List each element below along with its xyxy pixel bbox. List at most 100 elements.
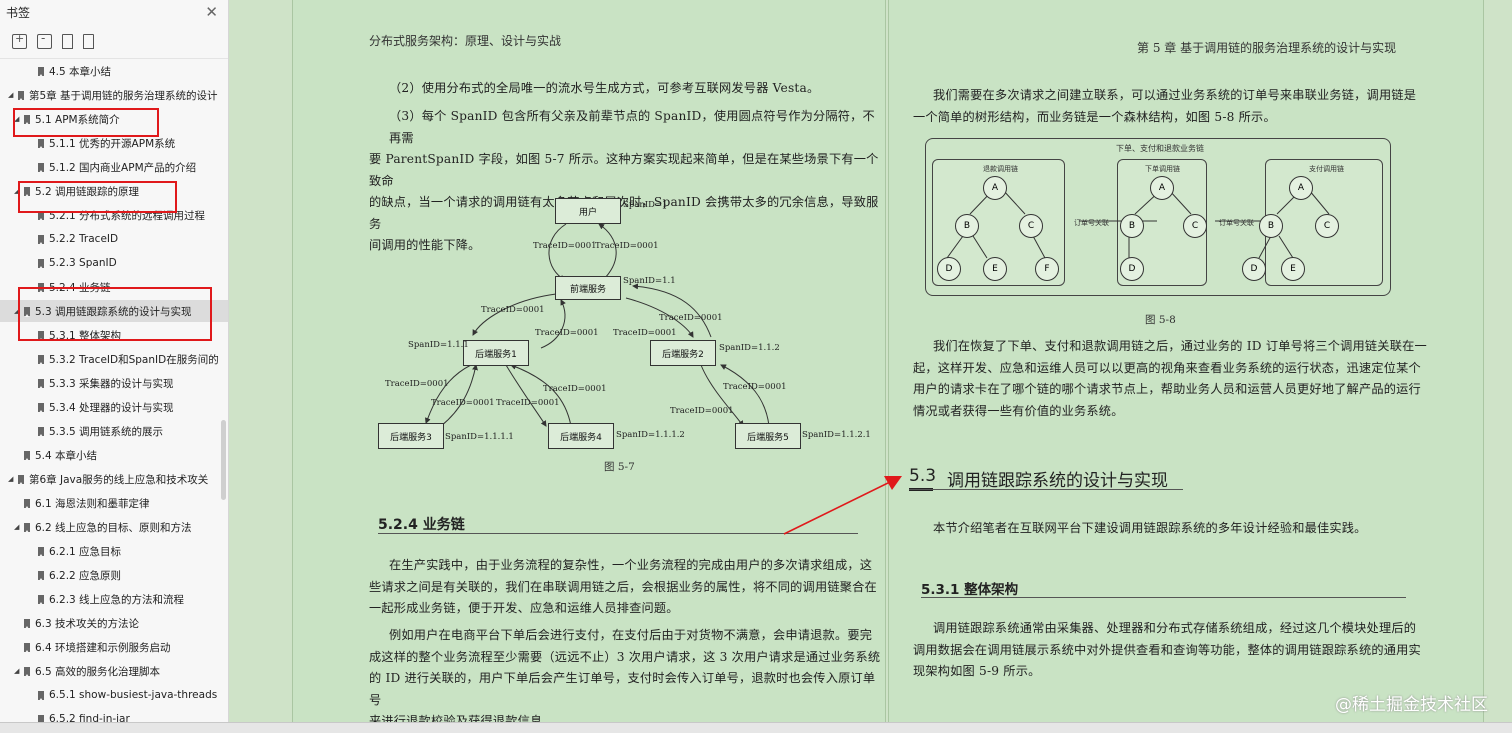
bookmark-icon (38, 570, 44, 581)
diagram-node-backend3: 后端服务3 (378, 423, 444, 449)
bookmark-icon (38, 258, 44, 269)
bookmark-icon (24, 666, 30, 677)
tree-node: D (1242, 257, 1266, 281)
annotation-arrow (783, 476, 902, 535)
trace-label: TraceID=0001 (533, 241, 597, 251)
section-heading: 5.2.4 业务链 (378, 517, 465, 533)
bookmark-item[interactable]: ◢ 第5章 基于调用链的服务治理系统的设计 (0, 84, 226, 106)
figure-caption: 图 5-8 (1145, 314, 1176, 326)
bookmark-label: 6.2.2 应急原则 (49, 569, 122, 582)
bookmark-item[interactable]: 6.5.1 show-busiest-java-threads (0, 684, 228, 706)
paragraph: （2）使用分布式的全局唯一的流水号生成方式，可参考互联网发号器 Vesta。 (389, 81, 820, 95)
bookmark-icon (38, 426, 44, 437)
highlight-box (18, 287, 212, 341)
paragraph: 在生产实践中，由于业务流程的复杂性，一个业务流程的完成由用户的多次请求组成，这 … (369, 558, 877, 615)
heading-rule (909, 489, 1183, 490)
bookmark-label: 5.2.2 TraceID (49, 233, 119, 245)
bookmark-icon (38, 162, 44, 173)
bookmark-label: 第6章 Java服务的线上应急和技术攻关 (29, 473, 209, 486)
bookmarks-header: 书签 ✕ (0, 0, 228, 24)
trace-label: TraceID=0001 (496, 398, 560, 408)
tree-node: C (1315, 214, 1339, 238)
bookmark-item[interactable]: 5.3.4 处理器的设计与实现 (0, 396, 228, 418)
bookmark-label: 6.4 环境搭建和示例服务启动 (35, 641, 171, 654)
bookmark-item[interactable]: ◢ 6.5 高效的服务化治理脚本 (0, 660, 228, 682)
status-bar (0, 722, 1512, 733)
trace-label: TraceID=0001 (613, 328, 677, 338)
section-heading: 调用链跟踪系统的设计与实现 (947, 471, 1168, 491)
span-label: SpanID=1.1.1.1 (445, 432, 514, 442)
trace-label: TraceID=0001 (481, 305, 545, 315)
collapse-all-icon[interactable] (37, 31, 52, 49)
bookmark-item[interactable]: 5.4 本章小结 (0, 444, 228, 466)
expand-all-icon[interactable] (12, 32, 27, 49)
bookmark-label: 6.5.1 show-busiest-java-threads (49, 689, 218, 701)
span-label: SpanID=1.1.2 (719, 343, 780, 353)
figure-caption: 图 5-7 (604, 461, 635, 473)
bookmark-label: 5.2.3 SpanID (49, 257, 117, 269)
expand-toggle-icon[interactable]: ◢ (8, 91, 16, 99)
paragraph: 本节介绍笔者在互联网平台下建设调用链跟踪系统的多年设计经验和最佳实践。 (933, 521, 1367, 535)
bookmark-item[interactable]: 6.2.1 应急目标 (0, 540, 228, 562)
sidebar-scrollbar[interactable] (221, 420, 226, 500)
bookmark-label: 6.1 海恩法则和墨菲定律 (35, 497, 150, 510)
close-icon[interactable]: ✕ (205, 3, 218, 21)
trace-label: TraceID=0001 (723, 382, 787, 392)
bookmark-item[interactable]: 5.3.2 TraceID和SpanID在服务间的 (0, 348, 228, 370)
bookmark-label: 6.3 技术攻关的方法论 (35, 617, 140, 630)
running-header: 分布式服务架构：原理、设计与实战 (369, 34, 562, 48)
bookmark-icon (38, 138, 44, 149)
bookmark-item[interactable]: 6.5.2 find-in-jar (0, 708, 228, 722)
bookmark-item[interactable]: 6.3 技术攻关的方法论 (0, 612, 228, 634)
bookmark-item[interactable]: 4.5 本章小结 (0, 60, 228, 82)
bookmark-icon (38, 546, 44, 557)
bookmark-icon (38, 690, 44, 701)
bookmark-item[interactable]: 5.2.3 SpanID (0, 252, 228, 274)
bookmark-icon[interactable] (83, 33, 94, 49)
bookmark-icon (18, 474, 24, 485)
bookmark-icon (38, 594, 44, 605)
bookmark-item[interactable]: ◢ 第6章 Java服务的线上应急和技术攻关 (0, 468, 226, 490)
trace-label: TraceID=0001 (385, 379, 449, 389)
bookmark-icon (24, 642, 30, 653)
bookmark-label: 5.3.4 处理器的设计与实现 (49, 401, 174, 414)
bookmark-item[interactable]: 5.1.2 国内商业APM产品的介绍 (0, 156, 228, 178)
tree-node: D (937, 257, 961, 281)
add-bookmark-icon[interactable] (62, 33, 73, 49)
span-label: SpanID=1.1 (623, 276, 676, 286)
tree-node: A (1289, 176, 1313, 200)
left-page: 分布式服务架构：原理、设计与实战 （2）使用分布式的全局唯一的流水号生成方式，可… (292, 0, 886, 728)
diagram-node-backend2: 后端服务2 (650, 340, 716, 366)
expand-toggle-icon[interactable]: ◢ (8, 475, 16, 483)
bookmark-item[interactable]: 6.4 环境搭建和示例服务启动 (0, 636, 228, 658)
expand-toggle-icon[interactable]: ◢ (14, 667, 22, 675)
diagram-node-backend5: 后端服务5 (735, 423, 801, 449)
tree-node: A (1150, 176, 1174, 200)
bookmark-item[interactable]: 6.2.3 线上应急的方法和流程 (0, 588, 228, 610)
bookmark-icon (24, 498, 30, 509)
highlight-box (18, 181, 177, 213)
trace-label: TraceID=0001 (659, 313, 723, 323)
trace-label: TraceID=0001 (595, 241, 659, 251)
bookmark-item[interactable]: 5.3.3 采集器的设计与实现 (0, 372, 228, 394)
watermark: @稀土掘金技术社区 (1335, 695, 1488, 715)
trace-label: TraceID=0001 (535, 328, 599, 338)
tree-node: D (1120, 257, 1144, 281)
bookmark-label: 6.5.2 find-in-jar (49, 713, 130, 722)
diagram-node-backend1: 后端服务1 (463, 340, 529, 366)
bookmark-item[interactable]: 5.2.2 TraceID (0, 228, 228, 250)
paragraph: 调用链跟踪系统通常由采集器、处理器和分布式存储系统组成，经过这几个模块处理后的 … (913, 621, 1421, 678)
section-number: 5.3 (909, 466, 937, 486)
bookmark-icon (18, 90, 24, 101)
bookmark-icon (38, 354, 44, 365)
bookmark-item[interactable]: ◢ 6.2 线上应急的目标、原则和方法 (0, 516, 228, 538)
diagram-node-backend4: 后端服务4 (548, 423, 614, 449)
bookmark-item[interactable]: 6.1 海恩法则和墨菲定律 (0, 492, 228, 514)
bookmark-item[interactable]: 5.3.5 调用链系统的展示 (0, 420, 228, 442)
bookmark-label: 5.3.2 TraceID和SpanID在服务间的 (49, 353, 219, 366)
bookmark-item[interactable]: 6.2.2 应急原则 (0, 564, 228, 586)
bookmark-label: 5.3.3 采集器的设计与实现 (49, 377, 174, 390)
span-label: SpanID=1 (623, 200, 668, 210)
expand-toggle-icon[interactable]: ◢ (14, 523, 22, 531)
bookmark-label: 5.3.5 调用链系统的展示 (49, 425, 164, 438)
